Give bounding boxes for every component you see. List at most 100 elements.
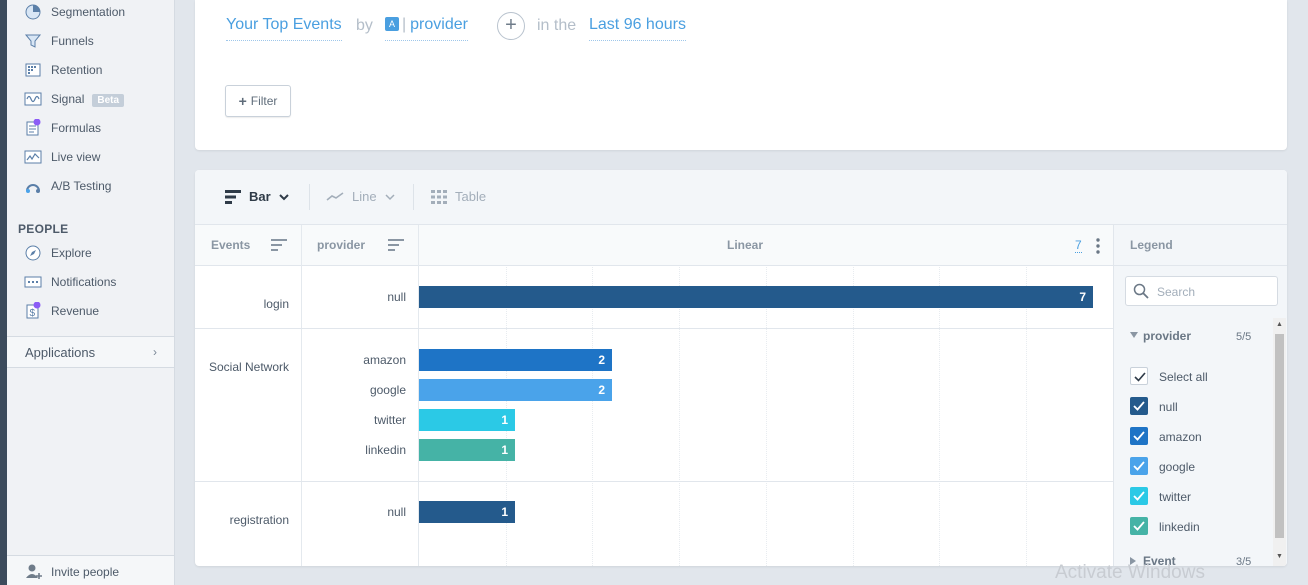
grid-line [939,267,941,566]
invite-people-button[interactable]: Invite people [7,555,174,585]
filter-button[interactable]: + Filter [225,85,291,117]
applications-menu[interactable]: Applications › [7,336,174,368]
sidebar-item-label: Explore [51,246,92,260]
sidebar-item-label: Revenue [51,304,100,318]
sidebar-item-notifications[interactable]: Notifications [7,271,174,293]
bar-value-label: 7 [1079,290,1086,304]
checkbox[interactable] [1130,517,1148,535]
funnel-icon [24,34,42,48]
checkbox[interactable] [1130,457,1148,475]
line-chart-icon [326,191,344,201]
sidebar-item-funnels[interactable]: Funnels [7,30,174,52]
check-icon [1133,491,1145,501]
invite-people-label: Invite people [51,565,120,579]
scroll-thumb[interactable] [1275,334,1284,538]
legend-item-linkedin[interactable]: linkedin [1130,517,1270,535]
window-left-edge [0,0,7,585]
checkbox[interactable] [1130,367,1148,385]
time-range-selector[interactable]: Last 96 hours [589,16,686,41]
compass-icon [25,245,41,261]
bar-linkedin[interactable]: 1 [419,439,515,461]
caret-down-icon[interactable] [1130,332,1138,338]
check-icon [1133,401,1145,411]
sidebar-item-label: Notifications [51,275,117,289]
checkbox[interactable] [1130,427,1148,445]
bar-value-label: 2 [598,383,605,397]
sidebar-item-live-view[interactable]: Live view [7,146,174,168]
legend-panel: Legend Search provider 5/5 Select all nu… [1113,225,1287,566]
grid-line [592,267,594,566]
scroll-down-arrow[interactable]: ▼ [1276,553,1283,560]
toolbar-divider [309,184,310,210]
legend-scrollbar[interactable]: ▲ ▼ [1273,318,1286,566]
checkbox[interactable] [1130,397,1148,415]
provider-value: linkedin [365,443,406,457]
table-grid-icon [431,189,447,204]
chevron-right-icon: › [153,345,157,359]
legend-item-twitter[interactable]: twitter [1130,487,1270,505]
sidebar-item-label: A/B Testing [51,179,112,193]
bar-chart-tab[interactable]: Bar [225,189,289,204]
check-icon [1133,431,1145,441]
scroll-up-arrow[interactable]: ▲ [1276,321,1283,328]
by-label: by [356,17,373,34]
formula-icon [26,119,41,136]
events-selector[interactable]: Your Top Events [226,16,342,41]
sidebar-item-signal[interactable]: Signal Beta [7,88,174,110]
scale-selector[interactable]: Linear [727,238,763,252]
bar-twitter[interactable]: 1 [419,409,515,431]
bar-amazon[interactable]: 2 [419,349,612,371]
sidebar-item-label: Formulas [51,121,102,135]
table-tab[interactable]: Table [431,189,486,204]
chart-panel: Bar Line Table Events provider Linear 7 … [195,170,1287,566]
applications-label: Applications [25,345,96,360]
checkbox[interactable] [1130,487,1148,505]
revenue-icon: $ [26,302,41,319]
bar-null[interactable]: 1 [419,501,515,523]
row-divider [195,481,1113,482]
legend-search-input[interactable]: Search [1125,276,1278,306]
sidebar-item-retention[interactable]: Retention [7,59,174,81]
sort-icon[interactable] [388,239,404,251]
row-divider [195,328,1113,329]
plus-icon: + [238,93,247,109]
property-selector[interactable]: A | provider [385,16,468,41]
grid-line [679,267,681,566]
bar-google[interactable]: 2 [419,379,612,401]
legend-item-null[interactable]: null [1130,397,1270,415]
scale-max-value[interactable]: 7 [1075,238,1082,253]
people-heading: PEOPLE [18,222,69,236]
legend-item-google[interactable]: google [1130,457,1270,475]
grid-line [765,267,767,566]
line-chart-tab[interactable]: Line [326,189,395,204]
svg-text:$: $ [30,308,36,319]
sidebar-item-formulas[interactable]: Formulas [7,117,174,139]
add-property-button[interactable]: + [497,12,525,40]
search-placeholder: Search [1157,285,1196,299]
legend-item-amazon[interactable]: amazon [1130,427,1270,445]
legend-select-all[interactable]: Select all [1130,367,1270,385]
chevron-down-icon [278,193,289,200]
legend-group-count: 3/5 [1236,556,1252,566]
chevron-down-icon [385,193,395,200]
sort-icon[interactable] [271,239,287,251]
more-options-icon[interactable] [1095,238,1101,254]
activate-windows-watermark: Activate Windows [1055,562,1205,583]
bar-value-label: 1 [501,443,508,457]
sidebar-item-revenue[interactable]: $ Revenue [7,300,174,322]
sidebar-item-label: Signal Beta [51,92,125,107]
check-icon [1134,372,1146,382]
chart-type-toolbar: Bar Line Table [195,170,1287,225]
bar-null[interactable]: 7 [419,286,1093,308]
provider-value: twitter [373,413,406,427]
provider-value: amazon [363,353,406,367]
sidebar-item-segmentation[interactable]: Segmentation [7,1,174,23]
event-name: Social Network [208,360,289,374]
sidebar-item-explore[interactable]: Explore [7,242,174,264]
legend-group-provider[interactable]: provider [1143,329,1191,343]
legend-item-label: google [1159,460,1196,474]
grid-line [852,267,854,566]
in-the-label: in the [537,17,577,34]
sidebar-item-ab-testing[interactable]: A/B Testing [7,175,174,197]
check-icon [1133,521,1145,531]
